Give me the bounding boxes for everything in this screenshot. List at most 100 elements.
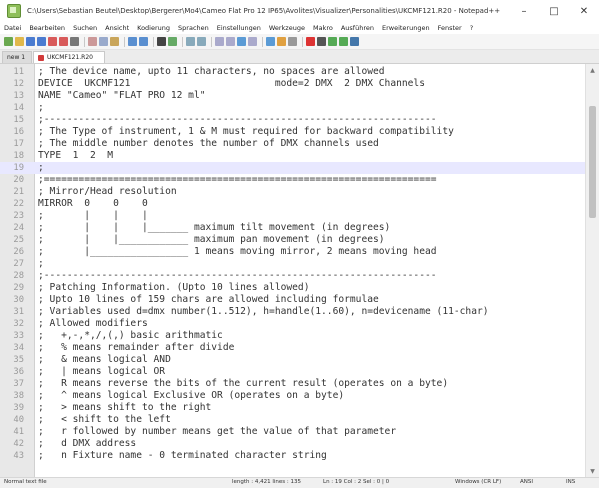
all-chars-icon[interactable] [237, 37, 246, 46]
menu-help[interactable]: ? [466, 24, 477, 32]
menu-view[interactable]: Ansicht [101, 24, 133, 32]
code-line[interactable]: 21 ; Mirror/Head resolution [0, 186, 586, 198]
code-line[interactable]: 15 ;-------------------------------------… [0, 114, 586, 126]
menu-search[interactable]: Suchen [69, 24, 101, 32]
code-line[interactable]: 13 NAME "Cameo" "FLAT PRO 12 ml" [0, 90, 586, 102]
line-text[interactable]: ; Mirror/Head resolution [38, 186, 177, 198]
line-text[interactable]: ; | | | [38, 210, 148, 222]
line-text[interactable]: ;---------------------------------------… [38, 114, 437, 126]
line-text[interactable]: ; & means logical AND [38, 354, 171, 366]
save-macro-icon[interactable] [350, 37, 359, 46]
maximize-button[interactable]: □ [539, 0, 569, 22]
menu-plugins[interactable]: Erweiterungen [378, 24, 434, 32]
line-text[interactable]: ; < shift to the left [38, 414, 171, 426]
code-line[interactable]: 11 ; The device name, upto 11 characters,… [0, 66, 586, 78]
code-line[interactable]: 34 ; % means remainder after divide [0, 342, 586, 354]
menu-settings[interactable]: Einstellungen [213, 24, 265, 32]
undo-icon[interactable] [128, 37, 137, 46]
code-line[interactable]: 37 ; R means reverse the bits of the curr… [0, 378, 586, 390]
code-line[interactable]: 41 ; r followed by number means get the v… [0, 426, 586, 438]
close-button[interactable]: ✕ [569, 0, 599, 22]
line-text[interactable]: ; [38, 258, 44, 270]
line-text[interactable]: TYPE 1 2 M [38, 150, 113, 162]
indent-guide-icon[interactable] [248, 37, 257, 46]
editor[interactable]: 11 ; The device name, upto 11 characters,… [0, 64, 599, 477]
word-wrap-icon[interactable] [226, 37, 235, 46]
save-all-icon[interactable] [37, 37, 46, 46]
menu-edit[interactable]: Bearbeiten [25, 24, 69, 32]
save-icon[interactable] [26, 37, 35, 46]
play-macro-icon[interactable] [328, 37, 337, 46]
line-text[interactable]: ; % means remainder after divide [38, 342, 234, 354]
code-line[interactable]: 29 ; Patching Information. (Upto 10 lines… [0, 282, 586, 294]
line-text[interactable]: ; +,-,*,/,(,) basic arithmatic [38, 330, 223, 342]
code-line[interactable]: 14; [0, 102, 586, 114]
code-line[interactable]: 12 DEVICE UKCMF121 mode=2 DMX 2 DMX Chann… [0, 78, 586, 90]
code-line[interactable]: 22 MIRROR 0 0 0 [0, 198, 586, 210]
zoom-out-icon[interactable] [197, 37, 206, 46]
replace-icon[interactable] [168, 37, 177, 46]
line-text[interactable]: NAME "Cameo" "FLAT PRO 12 ml" [38, 90, 206, 102]
code-line[interactable]: 18 TYPE 1 2 M [0, 150, 586, 162]
code-line[interactable]: 43 ; n Fixture name - 0 terminated charac… [0, 450, 586, 462]
line-text[interactable]: ; r followed by number means get the val… [38, 426, 396, 438]
line-text[interactable]: ; | means logical OR [38, 366, 165, 378]
line-text[interactable]: ; ^ means logical Exclusive OR (operates… [38, 390, 344, 402]
code-line[interactable]: 32 ; Allowed modifiers [0, 318, 586, 330]
code-line[interactable]: 36 ; | means logical OR [0, 366, 586, 378]
close-file-icon[interactable] [48, 37, 57, 46]
sync-scroll-icon[interactable] [215, 37, 224, 46]
line-text[interactable]: ; The middle number denotes the number o… [38, 138, 379, 150]
menu-language[interactable]: Sprachen [174, 24, 213, 32]
menu-window[interactable]: Fenster [434, 24, 466, 32]
paste-icon[interactable] [110, 37, 119, 46]
code-line[interactable]: 25 ; | |____________ maximum pan movement… [0, 234, 586, 246]
menu-run[interactable]: Ausführen [337, 24, 378, 32]
minimize-button[interactable]: – [509, 0, 539, 22]
code-line[interactable]: 38 ; ^ means logical Exclusive OR (operat… [0, 390, 586, 402]
code-line[interactable]: 28 ;-------------------------------------… [0, 270, 586, 282]
code-line[interactable]: 42 ; d DMX address [0, 438, 586, 450]
code-line[interactable]: 33 ; +,-,*,/,(,) basic arithmatic [0, 330, 586, 342]
line-text[interactable]: ; [38, 102, 44, 114]
line-text[interactable]: ; [38, 162, 44, 174]
code-line[interactable]: 40 ; < shift to the left [0, 414, 586, 426]
menu-file[interactable]: Datei [0, 24, 25, 32]
line-text[interactable]: ; Variables used d=dmx number(1..512), h… [38, 306, 489, 318]
scrollbar-thumb[interactable] [589, 106, 596, 218]
code-line[interactable]: 27; [0, 258, 586, 270]
code-line[interactable]: 16 ; The Type of instrument, 1 & M must r… [0, 126, 586, 138]
code-line[interactable]: 31 ; Variables used d=dmx number(1..512),… [0, 306, 586, 318]
menu-macro[interactable]: Makro [309, 24, 337, 32]
vertical-scrollbar[interactable]: ▲ ▼ [585, 64, 599, 477]
code-line[interactable]: 20 ;=====================================… [0, 174, 586, 186]
line-text[interactable]: ; |_________________ 1 means moving mirr… [38, 246, 437, 258]
close-all-icon[interactable] [59, 37, 68, 46]
line-text[interactable]: ; R means reverse the bits of the curren… [38, 378, 448, 390]
print-icon[interactable] [70, 37, 79, 46]
redo-icon[interactable] [139, 37, 148, 46]
menu-tools[interactable]: Werkzeuge [265, 24, 309, 32]
code-line[interactable]: 19; [0, 162, 586, 174]
code-line[interactable]: 24 ; | | |_______ maximum tilt movement (… [0, 222, 586, 234]
line-text[interactable]: ; > means shift to the right [38, 402, 211, 414]
line-text[interactable]: ;---------------------------------------… [38, 270, 437, 282]
code-line[interactable]: 39 ; > means shift to the right [0, 402, 586, 414]
line-text[interactable]: ; | | |_______ maximum tilt movement (in… [38, 222, 390, 234]
code-line[interactable]: 23 ; | | | [0, 210, 586, 222]
run-macro-multiple-icon[interactable] [339, 37, 348, 46]
doc-map-icon[interactable] [266, 37, 275, 46]
scroll-up-icon[interactable]: ▲ [586, 64, 599, 76]
code-line[interactable]: 30 ; Upto 10 lines of 159 chars are allow… [0, 294, 586, 306]
stop-macro-icon[interactable] [317, 37, 326, 46]
line-text[interactable]: ; Patching Information. (Upto 10 lines a… [38, 282, 309, 294]
line-text[interactable]: ; The Type of instrument, 1 & M must req… [38, 126, 454, 138]
code-line[interactable]: 17 ; The middle number denotes the number… [0, 138, 586, 150]
line-text[interactable]: ; Upto 10 lines of 159 chars are allowed… [38, 294, 379, 306]
tab-ukcmf121[interactable]: UKCMF121.R20 [33, 51, 105, 63]
line-text[interactable]: ; Allowed modifiers [38, 318, 148, 330]
line-text[interactable]: DEVICE UKCMF121 mode=2 DMX 2 DMX Channel… [38, 78, 425, 90]
folder-workspace-icon[interactable] [288, 37, 297, 46]
function-list-icon[interactable] [277, 37, 286, 46]
tab-new-1[interactable]: new 1 [2, 51, 32, 63]
